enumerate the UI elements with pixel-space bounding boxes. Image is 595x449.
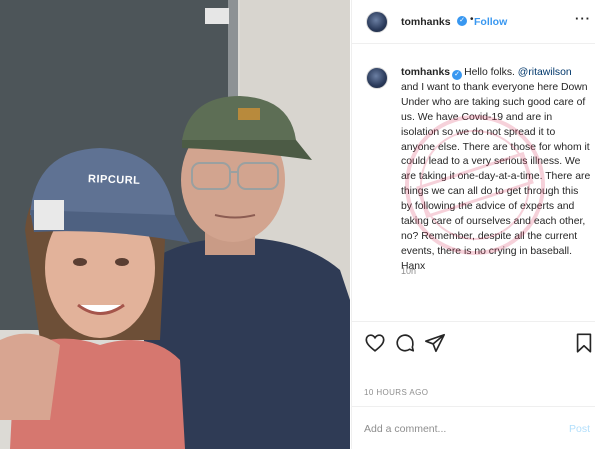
instagram-post: RIPCURL tomhanks ✓ • Follow ··· tomhanks… <box>0 0 595 449</box>
caption-username[interactable]: tomhanks <box>401 67 450 78</box>
photo-illustration <box>0 0 350 449</box>
more-options-icon[interactable]: ··· <box>575 11 591 26</box>
caption-comment: tomhanks ✓ Hello folks. @ritawilson and I … <box>352 44 595 320</box>
avatar[interactable] <box>366 11 388 33</box>
heart-icon[interactable] <box>364 332 386 354</box>
separator-dot: • <box>470 14 474 25</box>
caption-text: tomhanks ✓ Hello folks. @ritawilson and I … <box>401 66 591 275</box>
verified-badge-icon: ✓ <box>457 16 467 26</box>
comment-input[interactable] <box>364 420 544 438</box>
comment-icon[interactable] <box>394 332 416 354</box>
post-comment-button[interactable]: Post <box>569 423 590 435</box>
post-side-panel: tomhanks ✓ • Follow ··· tomhanks ✓ Hello f… <box>351 0 595 449</box>
action-bar <box>352 321 595 361</box>
post-timestamp[interactable]: 10 HOURS AGO <box>364 388 428 397</box>
post-header: tomhanks ✓ • Follow ··· <box>352 0 595 44</box>
caption-body: and I want to thank everyone here Down U… <box>401 81 591 272</box>
comment-time-ago[interactable]: 10h <box>401 266 416 276</box>
header-username[interactable]: tomhanks <box>401 16 451 28</box>
post-photo[interactable]: RIPCURL <box>0 0 350 449</box>
add-comment-bar: Post <box>352 406 595 449</box>
bookmark-icon[interactable] <box>573 332 595 354</box>
avatar[interactable] <box>366 67 388 89</box>
mention-link[interactable]: @ritawilson <box>518 67 572 78</box>
cap-logo-text: RIPCURL <box>87 173 141 187</box>
verified-badge-icon: ✓ <box>452 70 463 80</box>
follow-button[interactable]: Follow <box>474 16 507 28</box>
share-icon[interactable] <box>424 332 446 354</box>
caption-intro: Hello folks. <box>464 67 518 78</box>
